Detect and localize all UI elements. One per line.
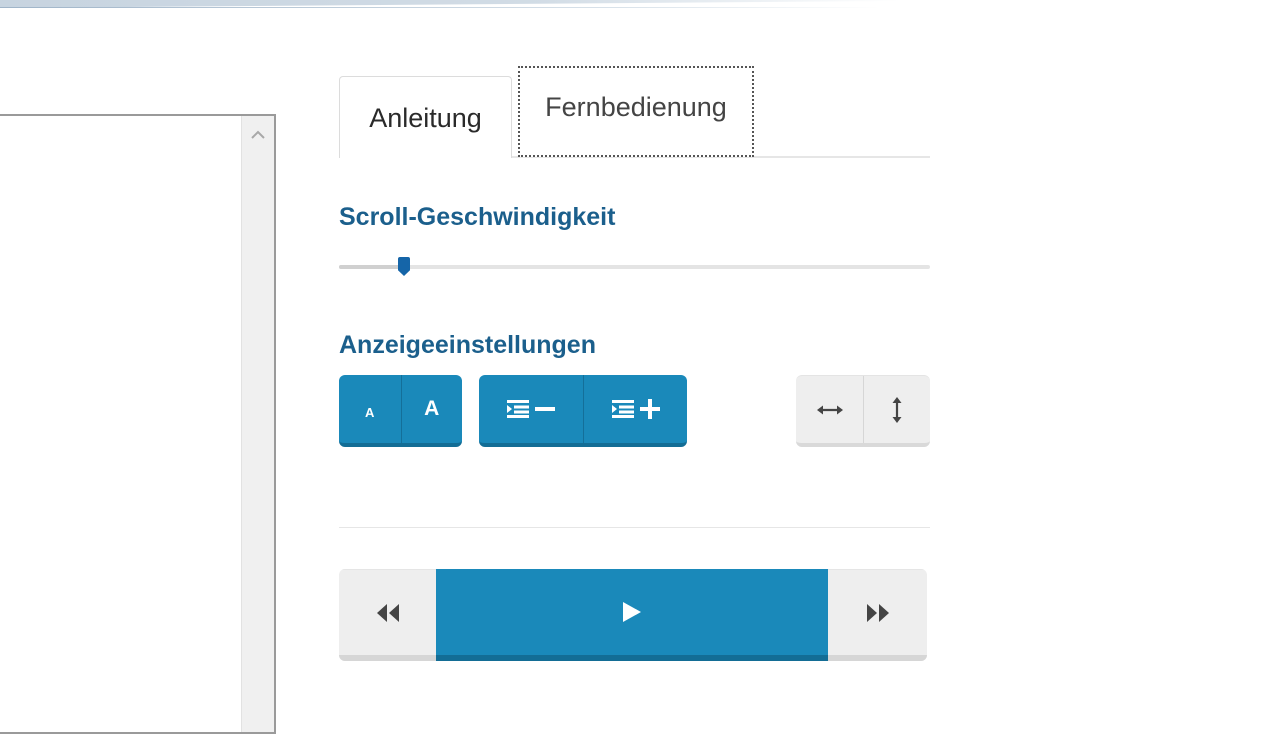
indent-increase-icon — [611, 399, 660, 419]
editor-scrollbar[interactable] — [241, 116, 274, 732]
flip-horizontal-button[interactable] — [796, 376, 863, 443]
section-divider — [339, 527, 930, 528]
margin-decrease-button[interactable] — [479, 375, 583, 443]
display-settings-heading: Anzeigeeinstellungen — [339, 331, 596, 359]
font-increase-button[interactable]: A — [400, 375, 463, 443]
tab-anleitung[interactable]: Anleitung — [339, 76, 512, 158]
tab-fernbedienung[interactable]: Fernbedienung — [518, 66, 754, 157]
arrows-vertical-icon — [892, 396, 902, 423]
play-icon — [623, 602, 641, 622]
scroll-speed-heading: Scroll-Geschwindigkeit — [339, 203, 616, 231]
flip-vertical-button[interactable] — [863, 376, 930, 443]
play-button[interactable] — [436, 569, 828, 661]
fast-forward-button[interactable] — [828, 569, 927, 661]
header-rule-line — [0, 7, 880, 8]
slider-fill — [339, 265, 404, 269]
rewind-button[interactable] — [339, 569, 436, 661]
slider-thumb[interactable] — [398, 257, 410, 276]
scroll-speed-slider[interactable] — [339, 257, 930, 276]
rewind-icon — [376, 603, 399, 622]
scroll-up-icon[interactable] — [250, 128, 266, 140]
playback-controls — [339, 569, 927, 661]
tab-anleitung-label: Anleitung — [369, 103, 482, 133]
margin-increase-button[interactable] — [583, 375, 687, 443]
font-decrease-button[interactable]: A — [339, 375, 401, 443]
font-size-group: A A — [339, 375, 462, 447]
indent-decrease-icon — [507, 400, 555, 418]
margin-group — [479, 375, 687, 447]
orientation-group — [796, 375, 930, 447]
tab-bar: Anleitung Fernbedienung — [339, 66, 930, 158]
script-text-area[interactable] — [0, 114, 276, 734]
fast-forward-icon — [866, 603, 889, 622]
tab-fernbedienung-label: Fernbedienung — [545, 92, 727, 122]
arrows-horizontal-icon — [816, 405, 843, 414]
